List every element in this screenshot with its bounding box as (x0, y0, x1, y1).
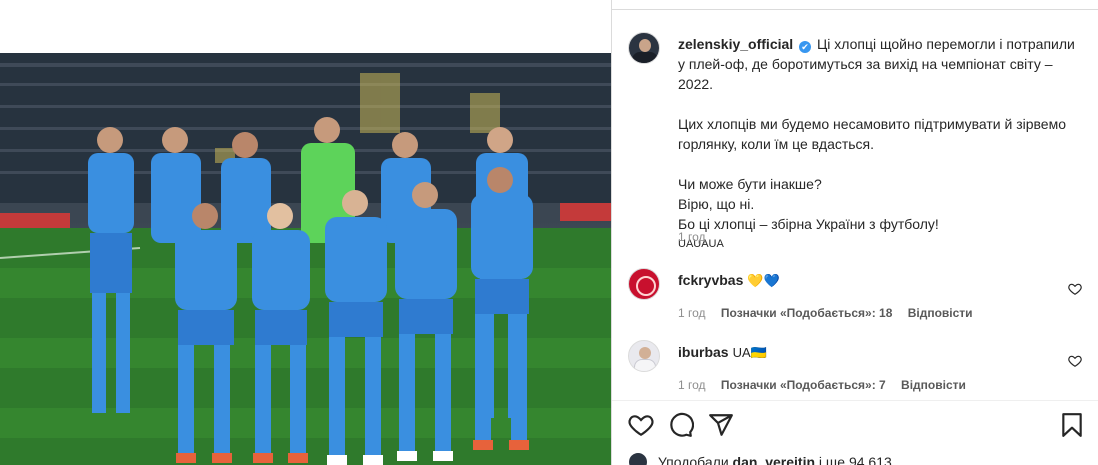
comment-like-heart-icon[interactable] (1068, 282, 1082, 296)
team-photo-illustration (0, 53, 611, 465)
header-divider (612, 9, 1098, 10)
liker-avatar[interactable] (628, 452, 648, 465)
post-time[interactable]: 1 год (678, 230, 706, 244)
comment-text: 💛💙 (747, 273, 780, 288)
commenter-username[interactable]: iburbas (678, 344, 729, 360)
share-icon[interactable] (708, 412, 734, 438)
avatar-body (632, 52, 658, 63)
avatar-face (639, 347, 651, 359)
likes-prefix: Уподобали (657, 454, 729, 465)
comment-like-heart-icon[interactable] (1068, 354, 1082, 368)
likes-summary: Уподобали dan_vereitin і ще 94 613 (628, 452, 892, 465)
bookmark-icon[interactable] (1059, 412, 1085, 438)
commenter-avatar[interactable] (628, 340, 660, 372)
caption-line-5: Бо ці хлопці – збірна України з футболу! (678, 216, 939, 232)
instagram-post-view: zelenskiy_official ✔ Ці хлопці щойно пер… (0, 0, 1098, 465)
comment-time[interactable]: 1 год (678, 378, 706, 392)
reply-button[interactable]: Відповісти (901, 378, 966, 392)
heart-icon[interactable] (628, 412, 654, 438)
comment-meta: 1 год Позначки «Подобається»: 18 Відпові… (678, 306, 985, 320)
comment-likes-link[interactable]: Позначки «Подобається»: 18 (721, 306, 892, 320)
comment-icon[interactable] (668, 412, 694, 438)
avatar-face (639, 39, 651, 52)
author-avatar[interactable] (628, 32, 660, 64)
comment-time[interactable]: 1 год (678, 306, 706, 320)
reply-button[interactable]: Відповісти (908, 306, 973, 320)
verified-badge-icon: ✔ (799, 41, 812, 53)
comment-text: UA🇺🇦 (732, 345, 767, 360)
post-side-panel: zelenskiy_official ✔ Ці хлопці щойно пер… (612, 0, 1098, 465)
caption-line-4: Вірю, що ні. (678, 196, 755, 212)
post-caption: zelenskiy_official ✔ Ці хлопці щойно пер… (678, 34, 1078, 252)
caption-line-2: Цих хлопців ми будемо несамовито підтрим… (678, 116, 1067, 152)
likes-count-link[interactable]: і ще 94 613 (819, 454, 892, 465)
actions-divider (612, 400, 1098, 401)
commenter-avatar[interactable] (628, 268, 660, 300)
liker-username[interactable]: dan_vereitin (733, 454, 815, 465)
caption-tag: UAUAUA (678, 238, 724, 250)
comment-meta: 1 год Позначки «Подобається»: 7 Відповіс… (678, 378, 978, 392)
comment-likes-link[interactable]: Позначки «Подобається»: 7 (721, 378, 886, 392)
commenter-username[interactable]: fckryvbas (678, 272, 743, 288)
post-photo[interactable] (0, 53, 611, 465)
avatar-body (634, 359, 656, 371)
author-username[interactable]: zelenskiy_official (678, 36, 793, 52)
caption-line-3: Чи може бути інакше? (678, 176, 822, 192)
post-actions-bar (628, 412, 1088, 440)
